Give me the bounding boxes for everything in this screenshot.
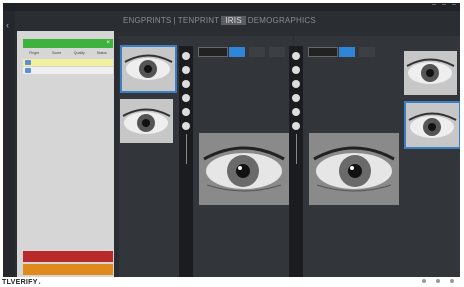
view-button-primary[interactable] [339, 47, 355, 57]
settings-icon[interactable] [436, 279, 440, 283]
eye-icon [25, 60, 31, 65]
iris-image-view[interactable] [199, 133, 289, 205]
view-button[interactable] [269, 47, 285, 57]
tab-fingerprints[interactable]: ENGPRINTS [123, 16, 171, 25]
left-eye-panel [119, 36, 293, 280]
view-mode-dropdown[interactable] [308, 47, 338, 57]
brightness-icon[interactable] [292, 94, 300, 102]
tab-iris[interactable]: IRIS [221, 16, 246, 25]
sharpen-icon[interactable] [292, 108, 300, 116]
view-button-primary[interactable] [229, 47, 245, 57]
menu-icon[interactable] [450, 279, 454, 283]
list-item[interactable] [23, 59, 113, 66]
iris-thumbnail[interactable] [120, 99, 173, 143]
secondary-orange-button[interactable] [23, 264, 113, 275]
user-icon[interactable] [422, 279, 426, 283]
rotate-icon[interactable] [292, 66, 300, 74]
eye-icon [25, 68, 31, 73]
iris-thumbnail[interactable] [120, 45, 177, 93]
tab-tenprint[interactable]: TENPRINT [178, 16, 220, 25]
zoom-in-icon[interactable] [182, 122, 190, 130]
minimize-icon[interactable] [432, 4, 436, 9]
top-navigation: ENGPRINTS | TENPRINT IRIS DEMOGRAPHICS [123, 16, 316, 25]
iris-thumbnail[interactable] [404, 101, 460, 149]
list-item[interactable] [23, 67, 113, 74]
zoom-slider[interactable] [295, 134, 297, 164]
close-icon[interactable] [452, 4, 456, 9]
thumbnail-column [404, 50, 460, 155]
viewer-toolbar [195, 46, 293, 58]
brand-logo: TLVERIFY● [2, 279, 41, 286]
zoom-slider[interactable] [185, 134, 187, 164]
settings-icon[interactable] [182, 52, 190, 60]
status-bar [0, 277, 464, 287]
image-toolbar [179, 46, 193, 278]
zoom-in-icon[interactable] [292, 122, 300, 130]
image-toolbar [289, 46, 303, 278]
viewer-toolbar [305, 46, 403, 58]
contrast-icon[interactable] [292, 80, 300, 88]
back-rail: ‹ [3, 11, 15, 280]
rotate-icon[interactable] [182, 66, 190, 74]
contrast-icon[interactable] [182, 80, 190, 88]
bottom-icons [422, 279, 454, 283]
thumbnail-column [120, 44, 177, 149]
sharpen-icon[interactable] [182, 108, 190, 116]
capture-button[interactable]: × [23, 39, 113, 48]
view-button[interactable] [359, 47, 375, 57]
list-header: Finger Score Quality Status [29, 51, 107, 55]
close-icon[interactable]: × [106, 39, 110, 48]
iris-image-view[interactable] [309, 133, 399, 205]
view-button[interactable] [249, 47, 265, 57]
back-arrow-icon[interactable]: ‹ [6, 21, 9, 30]
maximize-icon[interactable] [442, 4, 446, 9]
title-bar [3, 3, 460, 11]
tab-demographics[interactable]: DEMOGRAPHICS [248, 16, 316, 25]
left-panel: × Finger Score Quality Status [17, 31, 114, 280]
brightness-icon[interactable] [182, 94, 190, 102]
primary-red-button[interactable] [23, 251, 113, 262]
app-window: ‹ ENGPRINTS | TENPRINT IRIS DEMOGRAPHICS × F… [3, 3, 460, 280]
view-mode-dropdown[interactable] [198, 47, 228, 57]
right-eye-panel [289, 36, 460, 280]
settings-icon[interactable] [292, 52, 300, 60]
iris-thumbnail[interactable] [404, 51, 457, 95]
